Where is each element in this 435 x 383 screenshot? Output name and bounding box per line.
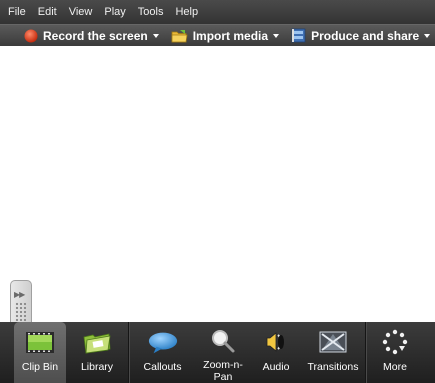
task-tab-bar: Clip Bin Library Callouts Zoom-n-Pan Aud… xyxy=(0,322,435,383)
produce-share-button[interactable]: Produce and share xyxy=(287,26,434,46)
import-media-label: Import media xyxy=(192,28,269,43)
tab-transitions[interactable]: Transitions xyxy=(301,322,365,383)
tab-library-label: Library xyxy=(80,361,114,373)
film-icon xyxy=(291,28,306,43)
chevron-down-icon xyxy=(273,34,280,38)
tab-more-label: More xyxy=(383,361,407,373)
tab-transitions-label: Transitions xyxy=(307,361,359,373)
menu-help[interactable]: Help xyxy=(169,0,204,24)
clip-canvas xyxy=(0,46,435,322)
menu-play[interactable]: Play xyxy=(98,0,131,24)
tab-clip-bin[interactable]: Clip Bin xyxy=(14,322,66,383)
app-window: File Edit View Play Tools Help Record th… xyxy=(0,0,435,383)
menu-edit[interactable]: Edit xyxy=(32,0,63,24)
import-media-button[interactable]: Import media xyxy=(167,26,283,46)
chevron-down-icon xyxy=(424,34,431,38)
main-toolbar: Record the screen Import media Produce a… xyxy=(0,24,435,46)
transition-icon xyxy=(317,328,349,356)
more-dots-icon xyxy=(379,328,411,356)
grip-handle-icon[interactable] xyxy=(15,302,27,324)
tab-zoom-n-pan-label: Zoom-n-Pan xyxy=(203,359,243,383)
filmstrip-icon xyxy=(24,328,56,356)
record-screen-button[interactable]: Record the screen xyxy=(20,26,163,46)
chevron-down-icon xyxy=(152,34,159,38)
tab-zoom-n-pan[interactable]: Zoom-n-Pan xyxy=(195,322,251,383)
tab-clip-bin-label: Clip Bin xyxy=(21,361,59,373)
menu-file[interactable]: File xyxy=(0,0,32,24)
magnifier-icon xyxy=(207,328,239,354)
library-folder-icon xyxy=(81,328,113,356)
menu-bar: File Edit View Play Tools Help xyxy=(0,0,435,24)
tab-callouts[interactable]: Callouts xyxy=(130,322,195,383)
record-screen-label: Record the screen xyxy=(43,28,148,43)
tab-library[interactable]: Library xyxy=(66,322,128,383)
menu-tools[interactable]: Tools xyxy=(132,0,170,24)
folder-icon xyxy=(171,29,188,43)
speech-bubble-icon xyxy=(147,328,179,356)
tab-callouts-label: Callouts xyxy=(143,361,182,373)
menu-view[interactable]: View xyxy=(63,0,99,24)
tab-more[interactable]: More xyxy=(367,322,423,383)
tab-audio[interactable]: Audio xyxy=(251,322,301,383)
produce-share-label: Produce and share xyxy=(311,28,420,43)
double-chevron-right-icon: ▶▶ xyxy=(14,290,25,299)
record-icon xyxy=(24,29,38,43)
speaker-icon xyxy=(260,328,292,356)
tab-audio-label: Audio xyxy=(262,361,290,373)
